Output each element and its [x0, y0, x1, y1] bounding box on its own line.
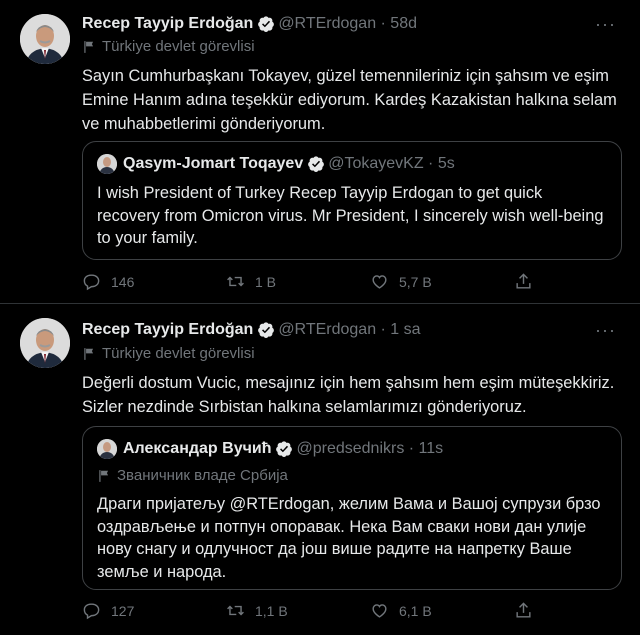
tweet[interactable]: Recep Tayyip Erdoğan @RTErdogan · 1 sa ·…: [0, 304, 640, 635]
quoted-tweet[interactable]: Qasym-Jomart Toqayev @TokayevKZ · 5s I w…: [82, 141, 622, 260]
verified-badge-icon: [276, 441, 293, 457]
avatar[interactable]: [20, 318, 70, 368]
tweet-text: Sayın Cumhurbaşkanı Tokayev, güzel temen…: [82, 67, 617, 133]
quote-author-name: Александар Вучић: [123, 440, 272, 457]
label-text: Türkiye devlet görevlisi: [102, 38, 255, 55]
reply-button[interactable]: 127: [82, 601, 134, 620]
label-text: Türkiye devlet görevlisi: [102, 345, 255, 362]
quote-handle-time: @TokayevKZ · 5s: [328, 155, 455, 172]
reply-count: 146: [111, 273, 135, 290]
quote-text: Драги пријатељу @RTErdogan, желим Вама и…: [97, 495, 601, 581]
tweet-header: Recep Tayyip Erdoğan @RTErdogan · 58d: [82, 12, 417, 36]
quoted-tweet[interactable]: Александар Вучић @predsednikrs · 11s Зва…: [82, 426, 622, 590]
more-icon[interactable]: ···: [595, 320, 616, 341]
share-icon: [516, 602, 531, 618]
tweet-text: Değerli dostum Vucic, mesajınız için hem…: [82, 374, 615, 416]
quote-author-name: Qasym-Jomart Toqayev: [123, 155, 304, 172]
verified-badge-icon: [308, 156, 325, 172]
quote-avatar: [97, 439, 117, 459]
retweet-icon: [227, 276, 244, 287]
quote-government-label: Званичник владе Србија: [97, 467, 288, 484]
avatar[interactable]: [20, 14, 70, 64]
government-label: Türkiye devlet görevlisi: [82, 38, 255, 55]
retweet-button[interactable]: 1,1 B: [226, 601, 288, 620]
author-handle-time[interactable]: @RTErdogan · 1 sa: [278, 321, 420, 339]
quote-text: I wish President of Turkey Recep Tayyip …: [97, 184, 604, 247]
reply-button[interactable]: 146: [82, 272, 134, 291]
retweet-count: 1 B: [255, 273, 277, 290]
quote-header: Qasym-Jomart Toqayev @TokayevKZ · 5s: [97, 154, 455, 174]
reply-icon: [83, 603, 100, 620]
heart-icon: [372, 604, 387, 618]
reply-icon: [83, 274, 100, 291]
share-icon: [516, 273, 531, 289]
like-count: 5,7 B: [399, 273, 432, 290]
more-icon[interactable]: ···: [595, 14, 616, 35]
retweet-count: 1,1 B: [255, 602, 288, 619]
tweet-header: Recep Tayyip Erdoğan @RTErdogan · 1 sa: [82, 318, 421, 342]
quote-label-text: Званичник владе Србија: [117, 467, 288, 484]
government-label: Türkiye devlet görevlisi: [82, 345, 255, 362]
tweet-actions: 146 1 B 5,7 B: [82, 272, 622, 296]
share-button[interactable]: [514, 272, 543, 291]
like-button[interactable]: 6,1 B: [370, 601, 432, 620]
tweet[interactable]: Recep Tayyip Erdoğan @RTErdogan · 58d ··…: [0, 0, 640, 304]
quote-handle-time: @predsednikrs · 11s: [296, 440, 444, 457]
like-count: 6,1 B: [399, 602, 432, 619]
author-name[interactable]: Recep Tayyip Erdoğan: [82, 321, 253, 339]
retweet-icon: [227, 605, 244, 616]
quote-avatar: [97, 154, 117, 174]
author-name[interactable]: Recep Tayyip Erdoğan: [82, 15, 253, 33]
share-button[interactable]: [514, 601, 543, 620]
tweet-actions: 127 1,1 B 6,1 B: [82, 601, 622, 625]
reply-count: 127: [111, 602, 135, 619]
like-button[interactable]: 5,7 B: [370, 272, 432, 291]
verified-badge-icon: [258, 322, 275, 338]
flag-icon: [84, 347, 94, 360]
flag-icon: [84, 40, 94, 53]
heart-icon: [372, 275, 387, 289]
flag-icon: [99, 469, 109, 482]
quote-header: Александар Вучић @predsednikrs · 11s: [97, 439, 443, 459]
retweet-button[interactable]: 1 B: [226, 272, 276, 291]
author-handle-time[interactable]: @RTErdogan · 58d: [278, 15, 417, 33]
verified-badge-icon: [258, 16, 275, 32]
